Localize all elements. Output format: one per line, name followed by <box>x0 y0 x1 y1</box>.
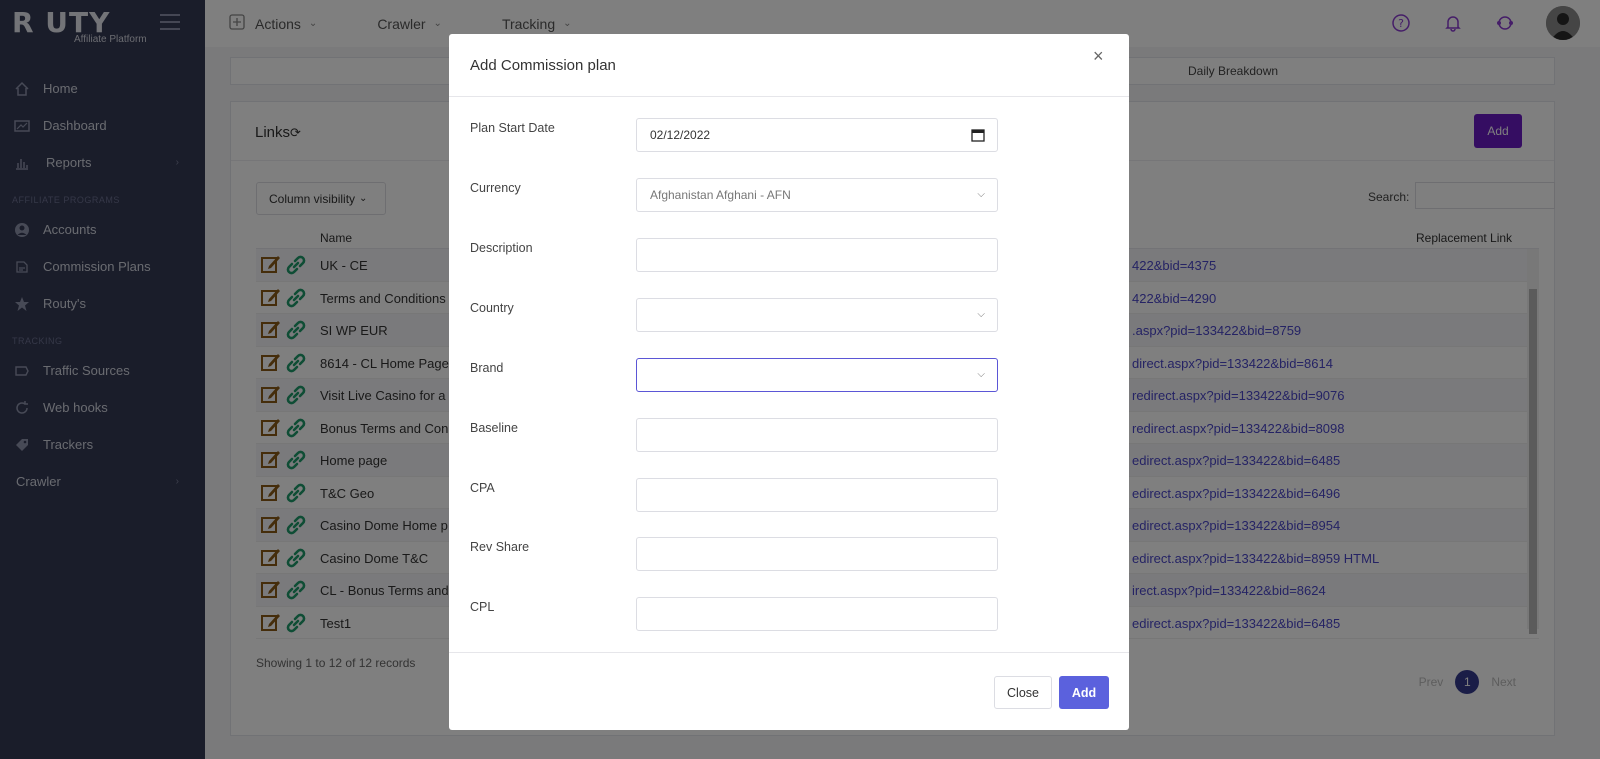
plan-start-date-input[interactable]: 02/12/2022 <box>636 118 998 152</box>
chevron-down-icon: ⌵ <box>977 369 985 380</box>
cpl-input[interactable] <box>636 597 998 631</box>
add-commission-plan-modal: Add Commission plan × Plan Start Date 02… <box>449 34 1129 730</box>
select-value: Afghanistan Afghani - AFN <box>650 188 791 202</box>
field-cpa: CPA <box>470 478 1010 512</box>
field-label: Currency <box>470 181 521 195</box>
chevron-down-icon: ⌵ <box>977 189 985 200</box>
add-button[interactable]: Add <box>1059 676 1109 709</box>
close-button[interactable]: Close <box>994 676 1052 709</box>
field-description: Description <box>470 238 1010 272</box>
modal-header: Add Commission plan × <box>449 34 1129 97</box>
field-label: Brand <box>470 361 504 375</box>
field-baseline: Baseline <box>470 418 1010 452</box>
field-label: CPA <box>470 481 495 495</box>
field-rev-share: Rev Share <box>470 537 1010 571</box>
field-label: Country <box>470 301 514 315</box>
modal-footer: Close Add <box>449 652 1129 730</box>
field-currency: Currency Afghanistan Afghani - AFN ⌵ <box>470 178 1010 212</box>
close-icon[interactable]: × <box>1093 47 1109 65</box>
field-label: Rev Share <box>470 540 530 554</box>
date-value: 02/12/2022 <box>650 128 711 142</box>
field-country: Country ⌵ <box>470 298 1010 332</box>
calendar-icon[interactable] <box>971 128 985 145</box>
rev-share-input[interactable] <box>636 537 998 571</box>
country-select[interactable]: ⌵ <box>636 298 998 332</box>
field-label: Description <box>470 241 533 255</box>
currency-select[interactable]: Afghanistan Afghani - AFN ⌵ <box>636 178 998 212</box>
field-label: Plan Start Date <box>470 121 555 135</box>
description-input[interactable] <box>636 238 998 272</box>
brand-select[interactable]: ⌵ <box>636 358 998 392</box>
baseline-input[interactable] <box>636 418 998 452</box>
field-label: Baseline <box>470 421 518 435</box>
field-plan-start-date: Plan Start Date 02/12/2022 <box>470 118 1010 152</box>
cpa-input[interactable] <box>636 478 998 512</box>
chevron-down-icon: ⌵ <box>977 309 985 320</box>
field-brand: Brand ⌵ <box>470 358 1010 392</box>
field-cpl: CPL <box>470 597 1010 631</box>
field-label: CPL <box>470 600 495 614</box>
modal-title: Add Commission plan <box>470 57 616 74</box>
